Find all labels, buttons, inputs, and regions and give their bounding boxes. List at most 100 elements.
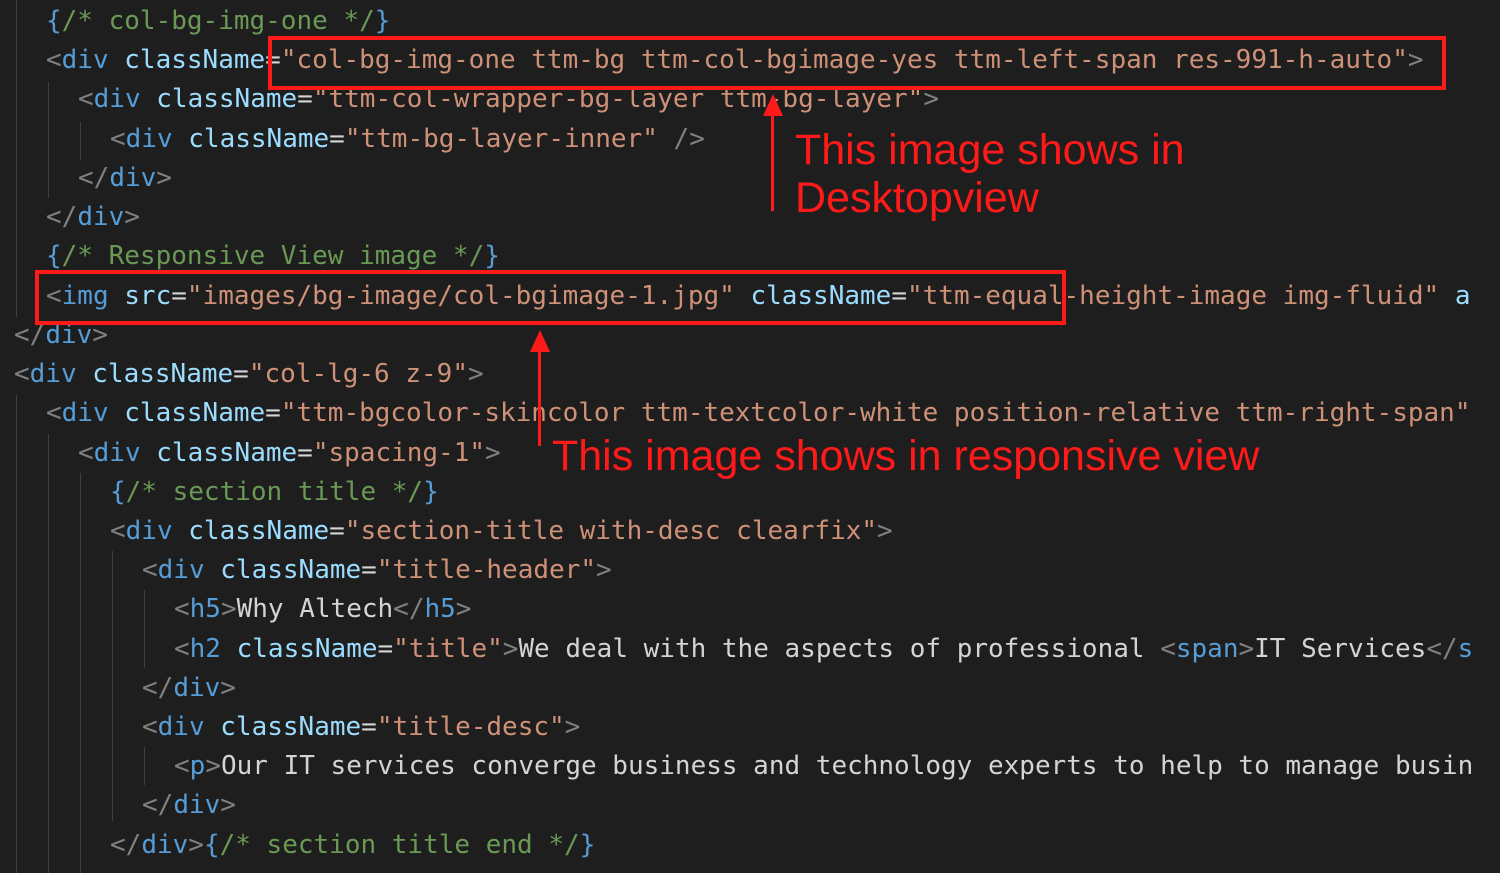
code-token-punct: < bbox=[110, 124, 126, 154]
code-line[interactable]: <h2 className="title">We deal with the a… bbox=[174, 630, 1473, 669]
desktop-arrow-line bbox=[771, 112, 774, 211]
code-token-brace: { bbox=[46, 6, 62, 36]
indent-guide bbox=[80, 473, 81, 873]
code-token-attr: className bbox=[156, 438, 298, 468]
indent-guide bbox=[48, 82, 49, 198]
code-token-punct: > bbox=[188, 830, 204, 860]
code-token-str: "title-header" bbox=[376, 555, 596, 585]
code-token-tag: span bbox=[1175, 634, 1239, 664]
code-token-punct: </ bbox=[78, 163, 110, 193]
code-line[interactable]: <div className="ttm-bgcolor-skincolor tt… bbox=[46, 394, 1470, 433]
code-token-punct: </ bbox=[110, 830, 142, 860]
code-line[interactable]: <div className="spacing-1"> bbox=[78, 434, 501, 473]
code-token-attr: className bbox=[124, 398, 266, 428]
code-line[interactable]: <h5>Why Altech</h5> bbox=[174, 590, 471, 629]
responsive-view-annotation: This image shows in responsive view bbox=[552, 432, 1260, 480]
desktop-view-annotation: This image shows in Desktopview bbox=[795, 126, 1185, 222]
code-token-txt: = bbox=[329, 124, 345, 154]
indent-guide bbox=[144, 747, 145, 785]
code-token-cmt: /* col-bg-img-one */ bbox=[61, 6, 375, 36]
code-token-punct: > bbox=[595, 555, 612, 585]
responsive-arrow-line bbox=[538, 348, 541, 446]
code-line[interactable]: </div> bbox=[142, 786, 236, 825]
code-token-txt: We deal with the aspects of professional bbox=[518, 634, 1161, 664]
code-token-cmt: /* Responsive View image */ bbox=[61, 241, 485, 271]
code-line[interactable]: </div>{/* section title end */} bbox=[110, 826, 595, 865]
code-token-punct: < bbox=[78, 438, 94, 468]
code-token-txt: = bbox=[233, 359, 249, 389]
code-token-tag: h2 bbox=[189, 634, 221, 664]
code-token-punct: > bbox=[564, 712, 581, 742]
code-token-brace: } bbox=[423, 477, 439, 507]
code-token-punct: < bbox=[174, 751, 190, 781]
code-token-tag: div bbox=[157, 555, 205, 585]
code-line[interactable]: <div className="ttm-bg-layer-inner" /> bbox=[110, 120, 705, 159]
code-token-brace: } bbox=[484, 241, 500, 271]
code-token-tag: div bbox=[125, 516, 173, 546]
code-token-tag: s bbox=[1457, 634, 1474, 664]
code-token-tag: div bbox=[93, 438, 141, 468]
code-token-txt: = bbox=[329, 516, 345, 546]
code-token-tag: div bbox=[125, 124, 173, 154]
code-token-punct: < bbox=[78, 84, 94, 114]
code-token-str: "ttm-bgcolor-skincolor ttm-textcolor-whi… bbox=[280, 398, 1471, 428]
code-token-str: "title-desc" bbox=[376, 712, 565, 742]
code-token-tag: div bbox=[93, 84, 141, 114]
code-token-brace: { bbox=[46, 241, 62, 271]
code-line[interactable]: </div> bbox=[78, 159, 172, 198]
code-token-tag: div bbox=[157, 712, 205, 742]
code-token-attr: className bbox=[124, 45, 266, 75]
code-token-tag: p bbox=[189, 751, 206, 781]
code-token-punct: < bbox=[142, 555, 158, 585]
code-token-punct: </ bbox=[393, 594, 425, 624]
code-token-txt: = bbox=[377, 634, 394, 664]
code-line[interactable]: <div className="col-lg-6 z-9"> bbox=[14, 355, 484, 394]
code-token-tag: div bbox=[61, 398, 109, 428]
code-token-brace: } bbox=[374, 6, 391, 36]
code-token-punct: > bbox=[467, 359, 484, 389]
code-line[interactable]: <div className="section-title with-desc … bbox=[110, 512, 893, 551]
code-token-txt: = bbox=[361, 555, 377, 585]
code-token-punct: < bbox=[14, 359, 30, 389]
code-token-attr: a bbox=[1454, 281, 1471, 311]
code-line[interactable]: <div className="title-desc"> bbox=[142, 708, 580, 747]
code-token-punct: < bbox=[46, 398, 62, 428]
code-token-txt: IT Services bbox=[1254, 634, 1427, 664]
indent-guide bbox=[16, 0, 17, 317]
code-line[interactable]: <div className="title-header"> bbox=[142, 551, 612, 590]
code-token-punct: < bbox=[142, 712, 158, 742]
code-token-punct: > bbox=[124, 202, 140, 232]
code-token-attr: className bbox=[236, 634, 378, 664]
code-token-punct: < bbox=[174, 634, 190, 664]
code-token-punct: </ bbox=[46, 202, 78, 232]
indent-guide bbox=[112, 551, 113, 821]
code-line[interactable]: </div> bbox=[46, 198, 140, 237]
code-line[interactable]: {/* section title */} bbox=[110, 473, 439, 512]
code-token-attr: className bbox=[188, 124, 330, 154]
code-token-punct: > bbox=[877, 516, 893, 546]
code-token-attr: className bbox=[220, 555, 362, 585]
code-token-punct: < bbox=[174, 594, 190, 624]
code-token-punct: /> bbox=[657, 124, 705, 154]
code-line[interactable]: <p>Our IT services converge business and… bbox=[174, 747, 1473, 786]
code-token-punct: </ bbox=[142, 790, 174, 820]
code-token-brace: } bbox=[579, 830, 596, 860]
code-token-attr: className bbox=[188, 516, 330, 546]
code-token-tag: div bbox=[173, 673, 221, 703]
code-token-punct: </ bbox=[1426, 634, 1458, 664]
code-token-str: "ttm-bg-layer-inner" bbox=[344, 124, 658, 154]
code-token-punct: < bbox=[1160, 634, 1176, 664]
code-token-attr: className bbox=[220, 712, 362, 742]
code-token-str: "title" bbox=[393, 634, 503, 664]
code-token-punct: > bbox=[1238, 634, 1255, 664]
code-token-punct: > bbox=[220, 594, 237, 624]
code-line[interactable]: </div> bbox=[142, 669, 236, 708]
code-token-str: "col-lg-6 z-9" bbox=[248, 359, 468, 389]
